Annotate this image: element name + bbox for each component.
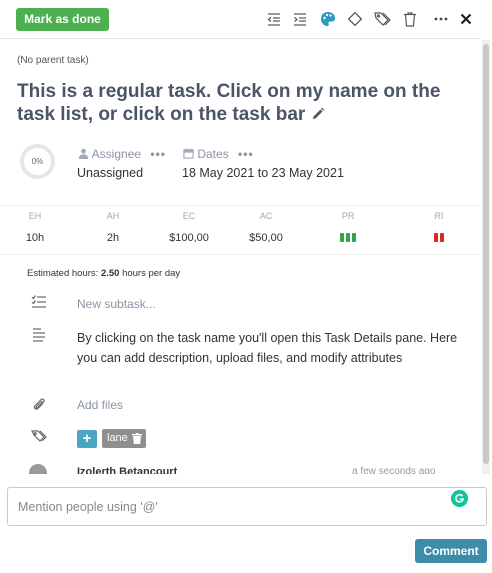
stat-ac[interactable]: AC $50,00 [236, 210, 296, 245]
dates-header: Dates ••• [183, 147, 254, 161]
task-description[interactable]: By clicking on the task name you'll open… [77, 328, 469, 368]
comment-timestamp: a few seconds ago [352, 466, 436, 474]
comment-author: Izolerth Betancourt [77, 466, 178, 474]
task-toolbar: Mark as done [0, 0, 480, 39]
tags-icon[interactable] [373, 10, 391, 28]
tag-name: lane [107, 432, 128, 444]
stat-pr[interactable]: PR [318, 210, 378, 245]
scrollbar-thumb[interactable] [483, 44, 489, 464]
task-title[interactable]: This is a regular task. Click on my name… [17, 80, 477, 126]
indicator-bar [352, 233, 356, 242]
assignee-header: Assignee ••• [78, 147, 166, 161]
mark-as-done-button[interactable]: Mark as done [16, 8, 109, 31]
stat-value: $50,00 [249, 232, 283, 244]
stat-eh[interactable]: EH 10h [5, 210, 65, 245]
stat-ec[interactable]: EC $100,00 [159, 210, 219, 245]
risk-bars [434, 233, 444, 242]
assignee-more-button[interactable]: ••• [150, 147, 166, 161]
stat-header: AH [106, 211, 120, 221]
task-title-text[interactable]: This is a regular task. Click on my name… [17, 81, 440, 125]
new-subtask-input[interactable]: New subtask... [77, 297, 156, 311]
trash-icon[interactable] [131, 433, 142, 444]
priority-bars [340, 233, 356, 242]
indicator-bar [346, 233, 350, 242]
avatar [29, 464, 47, 474]
stat-header: EC [182, 211, 196, 221]
divider [0, 254, 480, 255]
divider [0, 205, 480, 206]
estimated-hours[interactable]: Estimated hours: 2.50 hours per day [27, 268, 180, 279]
milestone-icon[interactable] [346, 10, 364, 28]
progress-ring[interactable]: 0% [20, 144, 55, 179]
palette-icon[interactable] [319, 10, 337, 28]
stat-ah[interactable]: AH 2h [83, 210, 143, 245]
dates-label: Dates [197, 147, 229, 161]
stat-value: 10h [25, 232, 45, 244]
grammarly-icon[interactable] [451, 490, 468, 507]
add-files-button[interactable]: Add files [77, 398, 123, 412]
priority-indicator [318, 232, 378, 245]
paperclip-icon [33, 398, 45, 410]
dates-more-button[interactable]: ••• [238, 147, 254, 161]
progress-value: 0% [31, 157, 44, 166]
assignee-label: Assignee [91, 147, 142, 161]
outdent-icon[interactable] [265, 10, 283, 28]
add-tag-button[interactable]: + [77, 430, 97, 448]
stat-ri[interactable]: RI [409, 210, 469, 245]
tag-chip[interactable]: lane [102, 429, 146, 448]
comment-input[interactable] [7, 487, 487, 526]
estimated-hours-label: Estimated hours: [27, 268, 99, 279]
indicator-bar [434, 233, 438, 242]
estimated-hours-value: 2.50 [100, 268, 120, 279]
person-icon [78, 148, 89, 159]
stat-header: AC [259, 211, 273, 221]
parent-task-label[interactable]: (No parent task) [17, 55, 89, 66]
more-icon[interactable] [432, 10, 450, 28]
stat-value: 2h [106, 232, 120, 244]
subtask-list-icon [31, 295, 46, 308]
trash-icon[interactable] [401, 10, 419, 28]
dates-value[interactable]: 18 May 2021 to 23 May 2021 [182, 166, 344, 180]
close-icon[interactable] [457, 10, 475, 28]
description-icon [33, 328, 45, 342]
tag-icon [31, 430, 47, 442]
pencil-icon[interactable] [311, 107, 325, 121]
scrollbar[interactable] [482, 40, 490, 474]
stat-header: PR [341, 211, 355, 221]
stat-header: RI [434, 211, 444, 221]
risk-indicator [409, 232, 469, 245]
assignee-value[interactable]: Unassigned [77, 166, 143, 180]
comment-submit-button[interactable]: Comment [415, 539, 487, 563]
indicator-bar [440, 233, 444, 242]
calendar-icon [183, 148, 194, 159]
task-details-pane: (No parent task) This is a regular task.… [0, 40, 480, 474]
estimated-hours-suffix: hours per day [122, 268, 181, 279]
indicator-bar [340, 233, 344, 242]
indent-icon[interactable] [291, 10, 309, 28]
stat-header: EH [28, 211, 42, 221]
stat-value: $100,00 [169, 232, 209, 244]
